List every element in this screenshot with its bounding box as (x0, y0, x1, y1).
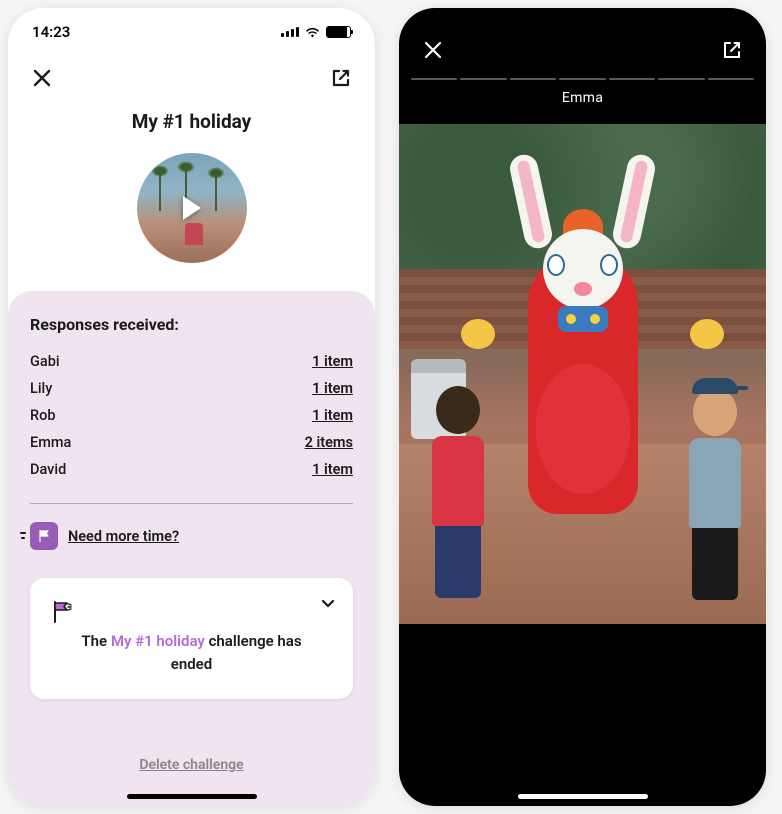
response-name: Gabi (30, 353, 60, 370)
cellular-icon (281, 27, 299, 37)
responses-header: Responses received: (30, 315, 353, 334)
response-name: Rob (30, 407, 56, 424)
wifi-icon (304, 26, 321, 38)
challenge-ended-text: The My #1 holiday challenge has ended (46, 630, 337, 675)
header-row (8, 50, 375, 106)
response-count-link[interactable]: 1 item (312, 353, 353, 370)
response-name: Emma (30, 434, 71, 451)
expand-button[interactable] (319, 594, 337, 616)
response-count-link[interactable]: 1 item (312, 407, 353, 424)
progress-segment (460, 78, 506, 80)
challenge-ended-card: The My #1 holiday challenge has ended (30, 578, 353, 699)
progress-segment (559, 78, 605, 80)
progress-segment (658, 78, 704, 80)
progress-segment (510, 78, 556, 80)
play-icon (183, 196, 201, 220)
status-bar: 14:23 (8, 8, 375, 50)
share-button[interactable] (718, 36, 746, 64)
need-more-time-row: Need more time? (30, 522, 353, 550)
response-row: David 1 item (30, 456, 353, 483)
share-icon (721, 39, 743, 61)
share-button[interactable] (327, 64, 355, 92)
chevron-down-icon (319, 594, 337, 612)
response-count-link[interactable]: 1 item (312, 380, 353, 397)
status-time: 14:23 (32, 23, 70, 41)
response-name: Lily (30, 380, 52, 397)
share-icon (330, 67, 352, 89)
response-photo[interactable] (399, 124, 766, 624)
home-indicator (127, 794, 257, 799)
close-icon (423, 40, 443, 60)
close-button[interactable] (28, 64, 56, 92)
divider (30, 503, 353, 504)
close-icon (32, 68, 52, 88)
home-indicator (518, 794, 648, 799)
flag-badge-icon (30, 522, 58, 550)
responses-card: Responses received: Gabi 1 item Lily 1 i… (8, 291, 375, 806)
story-viewer-screen: Emma (399, 8, 766, 806)
need-more-time-link[interactable]: Need more time? (68, 528, 179, 545)
header-row (399, 8, 766, 72)
battery-icon (326, 26, 351, 38)
video-preview[interactable] (137, 153, 247, 263)
response-row: Lily 1 item (30, 375, 353, 402)
viewer-name: Emma (399, 80, 766, 124)
response-name: David (30, 461, 66, 478)
progress-segment (609, 78, 655, 80)
response-count-link[interactable]: 1 item (312, 461, 353, 478)
progress-segment (708, 78, 754, 80)
delete-challenge-link[interactable]: Delete challenge (30, 757, 353, 773)
story-progress-segments (399, 72, 766, 80)
progress-segment (411, 78, 457, 80)
status-icons (281, 26, 351, 38)
challenge-summary-screen: 14:23 My #1 holiday (8, 8, 375, 806)
response-row: Emma 2 items (30, 429, 353, 456)
response-row: Rob 1 item (30, 402, 353, 429)
page-title: My #1 holiday (8, 110, 375, 133)
flag-icon (46, 596, 78, 628)
close-button[interactable] (419, 36, 447, 64)
response-count-link[interactable]: 2 items (305, 434, 353, 451)
response-row: Gabi 1 item (30, 348, 353, 375)
